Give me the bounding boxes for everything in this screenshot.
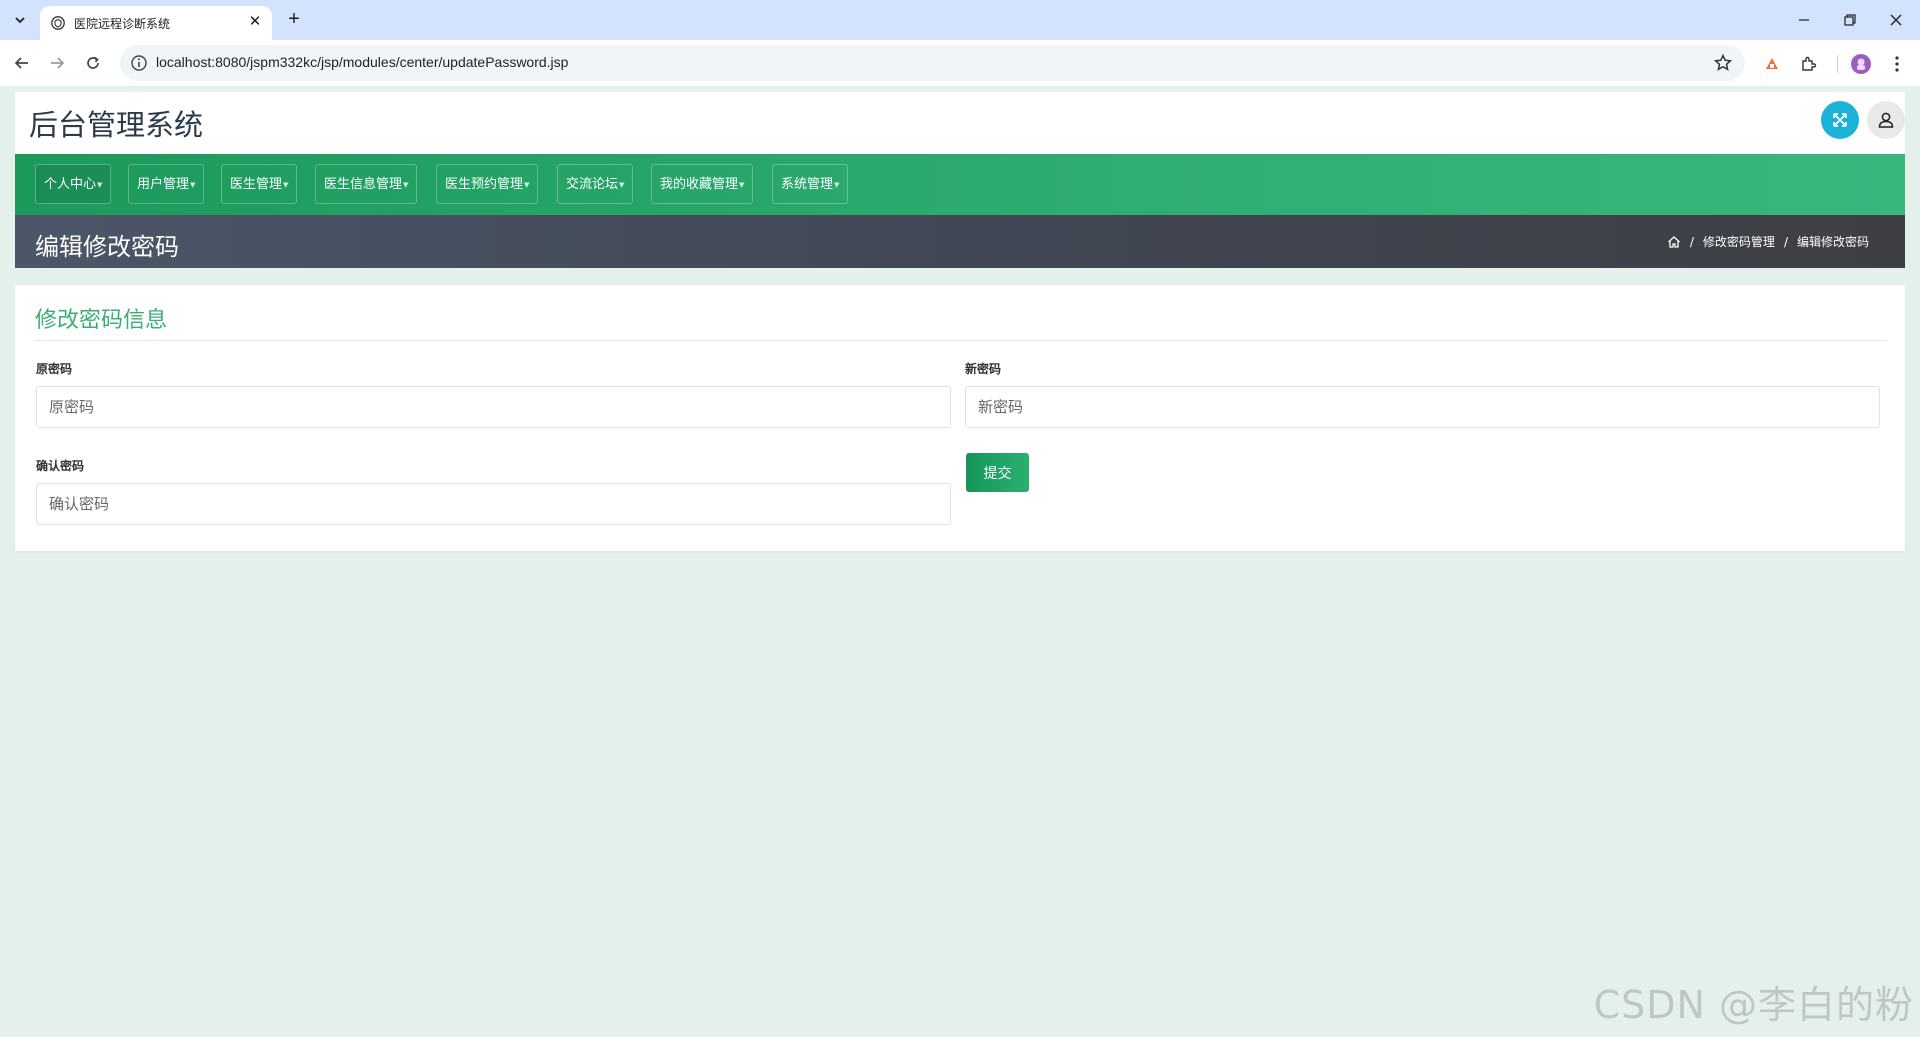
- dropdown-caret-icon: ▼: [283, 181, 289, 189]
- new-password-label: 新密码: [965, 362, 1002, 376]
- shield-globe-icon: [51, 16, 65, 30]
- nav-item-label: 交流论坛: [566, 177, 619, 192]
- nav-item-label: 系统管理: [781, 177, 834, 192]
- top-navigation: 个人中心▼ 用户管理▼ 医生管理▼ 医生信息管理▼ 医生预约管理▼ 交流论坛▼ …: [15, 154, 1905, 215]
- nav-item-label: 医生信息管理: [324, 177, 403, 192]
- nav-item-system-management[interactable]: 系统管理▼: [772, 164, 849, 204]
- restore-window-icon[interactable]: [1836, 6, 1864, 34]
- extensions-puzzle-icon[interactable]: [1798, 53, 1820, 75]
- tab-close-icon[interactable]: ✕: [246, 13, 264, 31]
- nav-item-label: 个人中心: [44, 177, 97, 192]
- nav-item-doctor-info-management[interactable]: 医生信息管理▼: [315, 164, 418, 204]
- section-title: 修改密码信息: [35, 308, 168, 333]
- watermark: CSDN @李白的粉: [1593, 983, 1914, 1027]
- breadcrumb: / 修改密码管理 / 编辑修改密码: [1667, 233, 1869, 250]
- close-window-icon[interactable]: [1882, 6, 1910, 34]
- nav-item-doctor-management[interactable]: 医生管理▼: [221, 164, 298, 204]
- dropdown-caret-icon: ▼: [834, 181, 840, 189]
- app-title: 后台管理系统: [29, 108, 204, 142]
- breadcrumb-item-current: 编辑修改密码: [1796, 235, 1869, 249]
- confirm-password-label: 确认密码: [36, 459, 85, 473]
- dropdown-caret-icon: ▼: [190, 181, 196, 189]
- bookmark-star-icon[interactable]: [1713, 53, 1733, 73]
- user-icon: [1878, 112, 1894, 128]
- browser-tab-strip: 医院远程诊断系统 ✕ +: [0, 0, 1920, 40]
- site-info-icon[interactable]: [130, 54, 148, 72]
- dropdown-caret-icon: ▼: [403, 181, 409, 189]
- tab-search-dropdown-icon[interactable]: [8, 8, 32, 32]
- dropdown-caret-icon: ▼: [524, 181, 530, 189]
- minimize-window-icon[interactable]: [1790, 6, 1818, 34]
- url-text[interactable]: localhost:8080/jspm332kc/jsp/modules/cen…: [156, 54, 568, 70]
- nav-item-favorites-management[interactable]: 我的收藏管理▼: [651, 164, 754, 204]
- profile-avatar-icon[interactable]: [1850, 53, 1872, 75]
- nav-item-appointment-management[interactable]: 医生预约管理▼: [436, 164, 539, 204]
- breadcrumb-separator: /: [1689, 234, 1694, 249]
- nav-item-label: 医生管理: [230, 177, 283, 192]
- browser-toolbar: localhost:8080/jspm332kc/jsp/modules/cen…: [0, 40, 1920, 86]
- nav-item-label: 我的收藏管理: [660, 177, 739, 192]
- dropdown-caret-icon: ▼: [97, 181, 103, 189]
- user-menu-button[interactable]: [1867, 101, 1905, 139]
- nav-item-personal-center[interactable]: 个人中心▼: [35, 164, 112, 204]
- breadcrumb-item-password-management[interactable]: 修改密码管理: [1703, 233, 1775, 250]
- back-arrow-icon[interactable]: [9, 50, 35, 76]
- breadcrumb-separator: /: [1783, 234, 1788, 249]
- dropdown-caret-icon: ▼: [739, 181, 745, 189]
- page-title: 编辑修改密码: [35, 233, 179, 261]
- extension-icon[interactable]: [1761, 53, 1783, 75]
- expand-arrows-icon: [1833, 113, 1847, 127]
- submit-button[interactable]: 提交: [966, 453, 1029, 492]
- password-form-card: 修改密码信息 原密码 新密码 确认密码 提交: [15, 285, 1905, 551]
- home-icon[interactable]: [1667, 235, 1681, 249]
- new-tab-plus-icon[interactable]: +: [282, 8, 306, 32]
- new-password-input[interactable]: [965, 386, 1880, 428]
- browser-tab[interactable]: 医院远程诊断系统 ✕: [40, 6, 272, 40]
- old-password-input[interactable]: [36, 386, 951, 428]
- dropdown-caret-icon: ▼: [619, 181, 625, 189]
- fullscreen-button[interactable]: [1821, 101, 1859, 139]
- forward-arrow-icon[interactable]: [44, 50, 70, 76]
- section-divider: [35, 340, 1887, 341]
- toolbar-divider: [1837, 55, 1838, 73]
- app-header: 后台管理系统: [15, 92, 1905, 154]
- tab-title: 医院远程诊断系统: [74, 17, 171, 31]
- browser-menu-kebab-icon[interactable]: [1886, 53, 1908, 75]
- old-password-label: 原密码: [36, 362, 73, 376]
- address-bar[interactable]: localhost:8080/jspm332kc/jsp/modules/cen…: [120, 45, 1745, 81]
- nav-item-user-management[interactable]: 用户管理▼: [128, 164, 205, 204]
- reload-icon[interactable]: [80, 50, 106, 76]
- confirm-password-input[interactable]: [36, 483, 951, 525]
- nav-item-label: 用户管理: [137, 177, 190, 192]
- page-title-bar: 编辑修改密码 / 修改密码管理 / 编辑修改密码: [15, 215, 1905, 268]
- nav-item-forum[interactable]: 交流论坛▼: [557, 164, 634, 204]
- nav-item-label: 医生预约管理: [445, 177, 524, 192]
